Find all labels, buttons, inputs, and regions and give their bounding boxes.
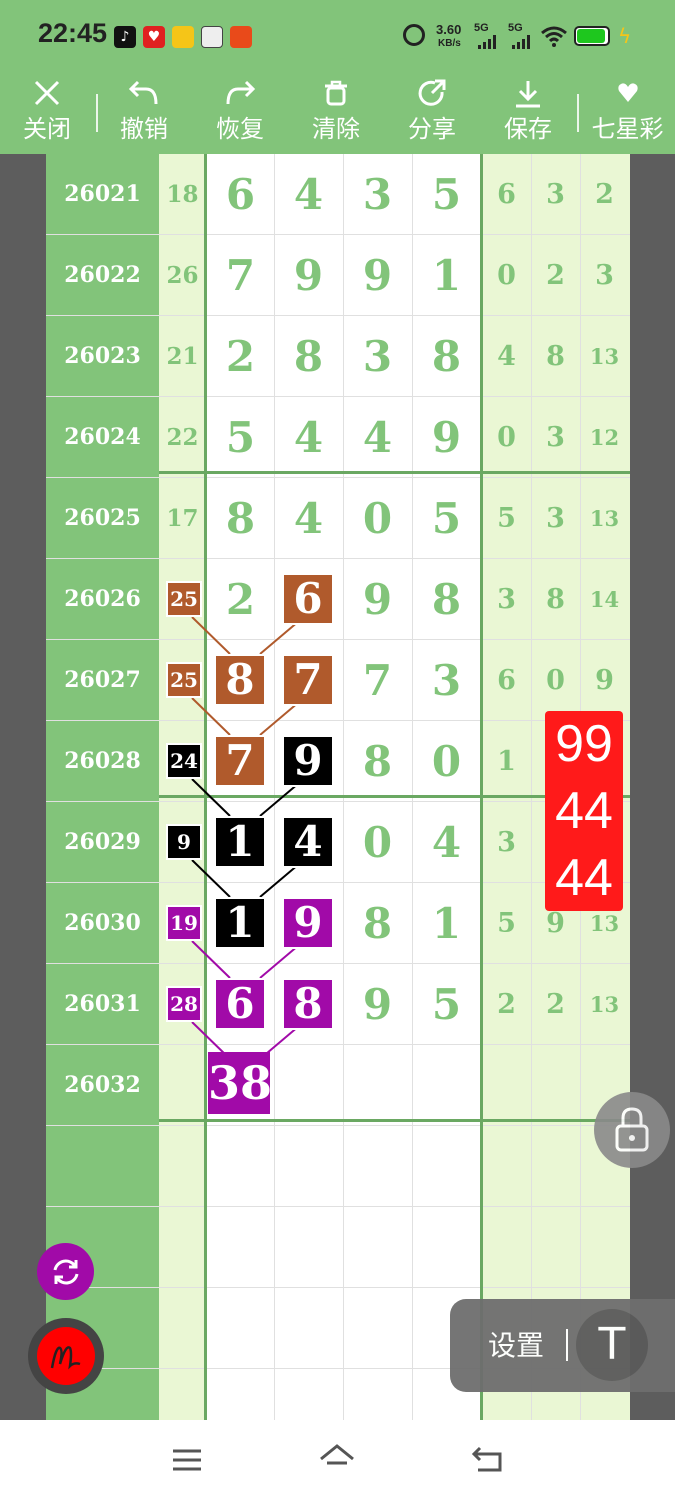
red-number: 99 xyxy=(555,715,613,773)
toolbar: 关闭 撤销 恢复 清除 分享 保存 七星彩 xyxy=(0,74,675,154)
menu-icon[interactable] xyxy=(170,1446,204,1474)
marked-final-sum[interactable]: 38 xyxy=(208,1052,272,1114)
marked-digit[interactable]: 1 xyxy=(214,816,266,868)
left-gutter xyxy=(0,154,46,1420)
marked-digit[interactable]: 9 xyxy=(282,735,334,787)
lottery-type-button[interactable]: 七星彩 xyxy=(580,74,675,154)
undo-icon xyxy=(99,78,189,112)
draw-pen-button[interactable] xyxy=(28,1318,104,1394)
undo-button[interactable]: 撤销 xyxy=(99,74,189,154)
connector-line xyxy=(191,616,231,655)
toolbar-divider xyxy=(96,94,98,132)
charging-icon: ϟ xyxy=(618,24,632,48)
heart-icon xyxy=(580,78,675,112)
connector-line xyxy=(259,944,300,979)
marked-sum[interactable]: 9 xyxy=(166,824,202,860)
red-number: 44 xyxy=(555,782,613,840)
tiktok-icon: ♪ xyxy=(114,26,136,48)
marked-sum[interactable]: 28 xyxy=(166,986,202,1022)
redo-button[interactable]: 恢复 xyxy=(195,74,285,154)
wifi-icon xyxy=(540,25,568,47)
alarm-icon xyxy=(403,24,425,46)
sim1-label: 5G xyxy=(474,22,489,34)
marked-digit[interactable]: 7 xyxy=(214,735,266,787)
marked-digit[interactable]: 6 xyxy=(282,573,334,625)
redo-label: 恢复 xyxy=(216,115,264,143)
download-icon xyxy=(483,78,573,112)
lock-button[interactable] xyxy=(594,1092,670,1168)
settings-panel: 设置 T xyxy=(450,1299,675,1392)
close-icon xyxy=(2,78,92,112)
redo-icon xyxy=(195,78,285,112)
undo-label: 撤销 xyxy=(120,115,168,143)
marked-digit[interactable]: 9 xyxy=(282,897,334,949)
home-icon[interactable] xyxy=(318,1442,356,1476)
pen-icon xyxy=(48,1338,84,1374)
signal-icon xyxy=(478,34,500,49)
save-button[interactable]: 保存 xyxy=(483,74,573,154)
refresh-button[interactable] xyxy=(37,1243,94,1300)
status-time: 22:45 xyxy=(38,18,108,48)
marked-digit[interactable]: 8 xyxy=(214,654,266,706)
connector-line xyxy=(259,782,300,817)
pen-color-indicator xyxy=(37,1327,95,1385)
marked-digit[interactable]: 7 xyxy=(282,654,334,706)
net-speed-value: 3.60 xyxy=(436,22,462,37)
close-button[interactable]: 关闭 xyxy=(2,74,92,154)
close-label: 关闭 xyxy=(23,115,71,143)
red-number-overlay[interactable]: 99 44 44 xyxy=(545,711,623,911)
status-bar: 22:45 ♪ ♥ 3.60 KB/s 5G 5G ϟ xyxy=(0,0,675,74)
marked-sum[interactable]: 25 xyxy=(166,662,202,698)
save-label: 保存 xyxy=(504,115,552,143)
share-button[interactable]: 分享 xyxy=(387,74,477,154)
heart-app-icon: ♥ xyxy=(143,26,165,48)
toolbar-divider xyxy=(577,94,579,132)
lock-icon xyxy=(614,1106,650,1152)
connector-line xyxy=(259,863,300,898)
settings-button[interactable]: 设置 xyxy=(488,1299,544,1392)
system-nav-bar xyxy=(0,1420,675,1500)
back-icon[interactable] xyxy=(470,1444,506,1476)
right-gutter xyxy=(630,154,675,1420)
share-icon xyxy=(387,78,477,112)
battery-icon xyxy=(574,26,610,46)
net-speed-unit: KB/s xyxy=(438,38,461,49)
avatar-app-icon xyxy=(201,26,223,48)
coin-app-icon xyxy=(172,26,194,48)
red-number: 44 xyxy=(555,849,613,907)
signal-icon xyxy=(512,34,534,49)
clear-button[interactable]: 清除 xyxy=(291,74,381,154)
marked-digit[interactable]: 6 xyxy=(214,978,266,1030)
sim2-label: 5G xyxy=(508,22,523,34)
trend-chart-grid[interactable]: 26021 18 6 4 3 5 6 3 2 26022 26 7 9 9 1 0 2 3 26023 21 2 8 3 8 4… xyxy=(46,154,630,1420)
marked-sum[interactable]: 24 xyxy=(166,743,202,779)
connector-line xyxy=(259,620,300,655)
marked-sum[interactable]: 25 xyxy=(166,581,202,617)
marked-digit[interactable]: 4 xyxy=(282,816,334,868)
trash-icon xyxy=(291,78,381,112)
share-label: 分享 xyxy=(408,115,456,143)
text-tool-button[interactable]: T xyxy=(576,1309,648,1381)
marked-sum[interactable]: 19 xyxy=(166,905,202,941)
clear-label: 清除 xyxy=(312,115,360,143)
marked-digit[interactable]: 8 xyxy=(282,978,334,1030)
settings-divider xyxy=(566,1329,568,1361)
lottery-type-label: 七星彩 xyxy=(591,115,664,143)
marked-digit[interactable]: 1 xyxy=(214,897,266,949)
connector-line xyxy=(259,701,300,736)
red-app-icon xyxy=(230,26,252,48)
refresh-icon xyxy=(50,1256,82,1288)
connector-lines xyxy=(191,616,300,1060)
